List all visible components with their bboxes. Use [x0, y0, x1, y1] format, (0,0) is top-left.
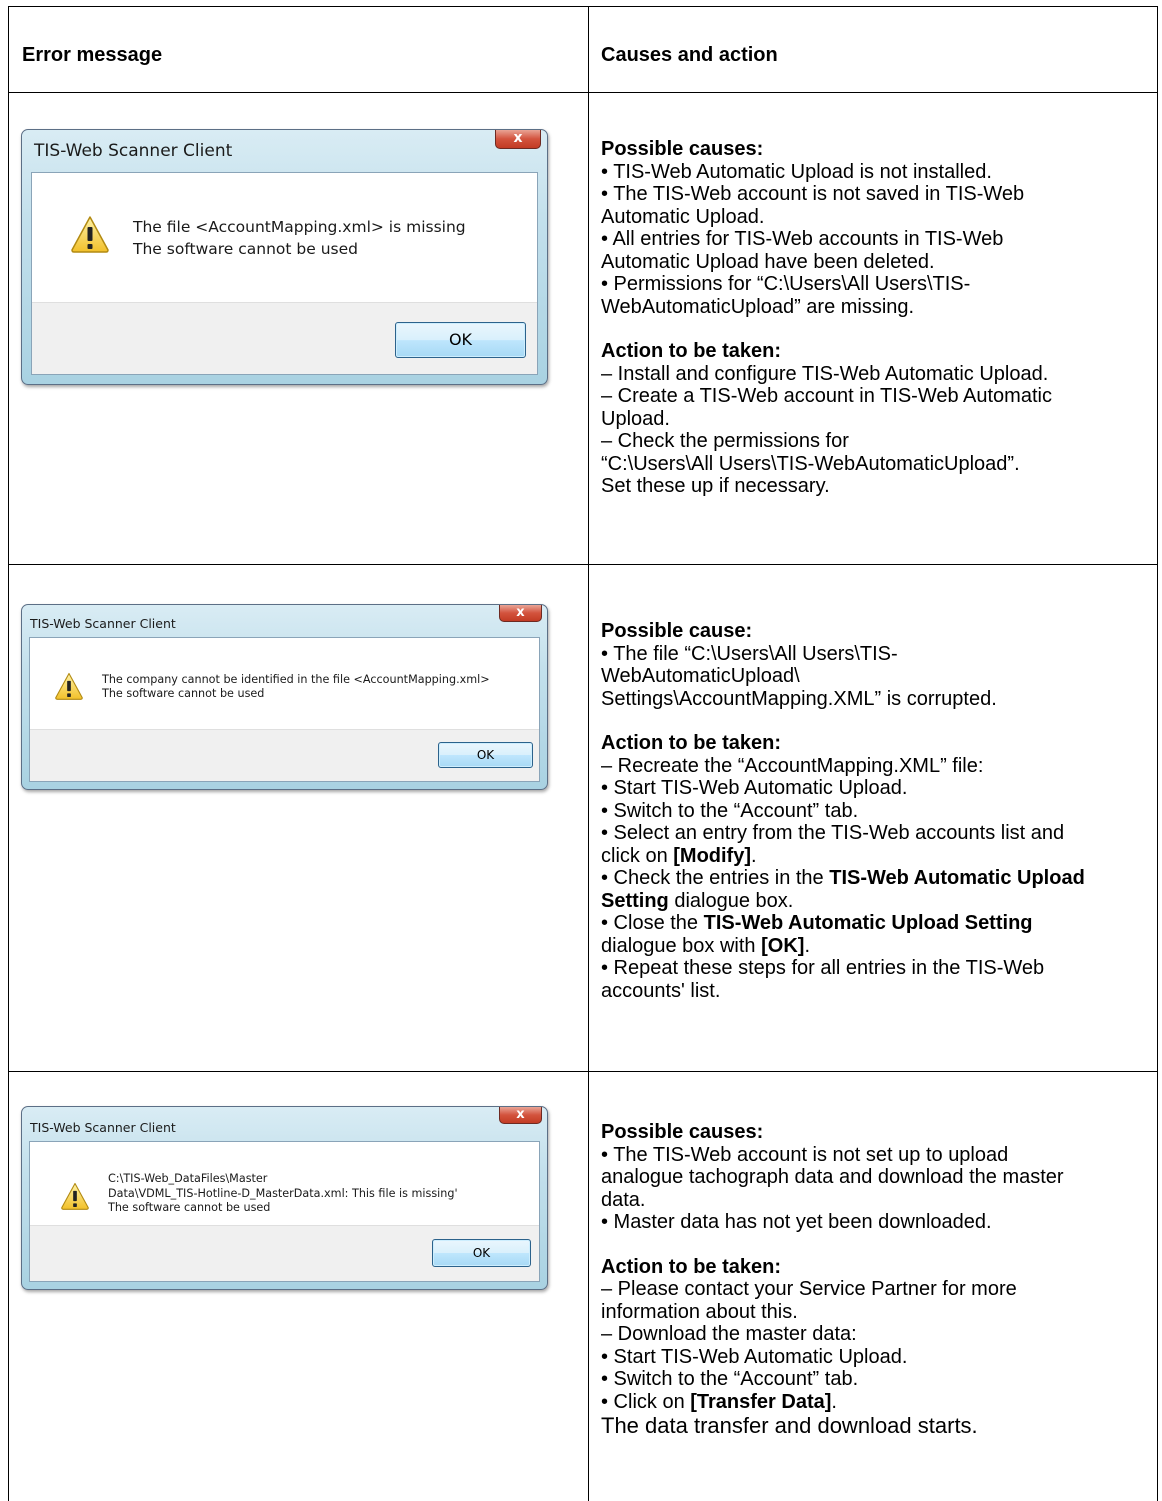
- action-line: Set these up if necessary.: [601, 475, 830, 497]
- action-line: • Click on [Transfer Data].: [601, 1390, 837, 1413]
- causes-heading: Possible cause:: [601, 620, 753, 642]
- cause-line: data.: [601, 1188, 646, 1211]
- dialog-title: TIS-Web Scanner Client: [30, 1120, 176, 1135]
- row-divider-2: [8, 1071, 1158, 1072]
- dialog-message-line: C:\TIS-Web_DataFiles\Master: [108, 1172, 268, 1185]
- dialog-body: C:\TIS-Web_DataFiles\Master Data\VDML_TI…: [29, 1141, 540, 1282]
- warning-icon: [55, 672, 83, 700]
- warning-icon: [71, 216, 109, 253]
- causes-and-action-1: Possible causes: • TIS-Web Automatic Upl…: [601, 138, 1151, 498]
- causes-heading: Possible causes:: [601, 1121, 764, 1143]
- action-line: • Repeat these steps for all entries in …: [601, 957, 1045, 979]
- bold-term: [Modify]: [673, 844, 752, 867]
- cause-line: WebAutomaticUpload” are missing.: [601, 295, 915, 318]
- bold-term: TIS-Web Automatic Upload: [829, 867, 1085, 889]
- action-line: – Check the permissions for: [601, 430, 849, 452]
- action-line: • Select an entry from the TIS-Web accou…: [601, 822, 1065, 844]
- cause-line: • The TIS-Web account is not saved in TI…: [601, 183, 1025, 205]
- dialog-body: The company cannot be identified in the …: [29, 637, 540, 782]
- cause-line: WebAutomaticUpload\: [601, 665, 800, 687]
- action-line: click on [Modify].: [601, 844, 757, 867]
- header-error-message: Error message: [22, 44, 163, 66]
- ok-button[interactable]: OK: [438, 742, 533, 768]
- action-line: • Switch to the “Account” tab.: [601, 1368, 859, 1390]
- dialog-message: C:\TIS-Web_DataFiles\Master Data\VDML_TI…: [108, 1172, 458, 1216]
- action-line: • Start TIS-Web Automatic Upload.: [601, 1345, 908, 1368]
- causes-and-action-3: Possible causes: • The TIS-Web account i…: [601, 1121, 1151, 1439]
- action-line: information about this.: [601, 1300, 798, 1323]
- cause-line: • The file “C:\Users\All Users\TIS-: [601, 642, 898, 665]
- close-icon[interactable]: x: [495, 130, 541, 149]
- dialog-message-line: The software cannot be used: [108, 1201, 271, 1214]
- action-line: – Install and configure TIS-Web Automati…: [601, 362, 1049, 385]
- action-line: • Check the entries in the TIS-Web Autom…: [601, 867, 1085, 889]
- causes-and-action-2: Possible cause: • The file “C:\Users\All…: [601, 620, 1151, 1002]
- action-line: • Start TIS-Web Automatic Upload.: [601, 777, 908, 799]
- dialog-body: The file <AccountMapping.xml> is missing…: [31, 172, 538, 375]
- action-line: Setting dialogue box.: [601, 889, 794, 912]
- action-heading: Action to be taken:: [601, 1255, 782, 1278]
- action-heading: Action to be taken:: [601, 732, 782, 754]
- dialog-message: The company cannot be identified in the …: [102, 673, 490, 701]
- action-line: – Please contact your Service Partner fo…: [601, 1278, 1017, 1300]
- table-border-right: [1157, 6, 1158, 1501]
- error-dialog-1: TIS-Web Scanner Client x The file <Accou…: [21, 129, 548, 385]
- dialog-message-line: The software cannot be used: [102, 687, 265, 700]
- close-icon[interactable]: x: [499, 605, 542, 622]
- cause-line: • The TIS-Web account is not set up to u…: [601, 1143, 1009, 1166]
- row-divider-1: [8, 564, 1158, 565]
- action-line: – Recreate the “AccountMapping.XML” file…: [601, 754, 984, 777]
- ok-button[interactable]: OK: [432, 1239, 531, 1267]
- action-line: The data transfer and download starts.: [601, 1413, 978, 1438]
- warning-icon: [61, 1182, 89, 1210]
- error-dialog-3: TIS-Web Scanner Client x C:\TIS-Web_Data…: [21, 1106, 548, 1290]
- dialog-footer: OK: [30, 729, 539, 781]
- table-border-left: [8, 6, 9, 1501]
- header-causes-and-action: Causes and action: [601, 44, 778, 66]
- dialog-title: TIS-Web Scanner Client: [34, 141, 233, 161]
- error-dialog-2: TIS-Web Scanner Client x The company can…: [21, 604, 548, 790]
- action-line: accounts' list.: [601, 979, 721, 1002]
- dialog-footer: OK: [30, 1225, 539, 1281]
- action-line: – Download the master data:: [601, 1323, 857, 1345]
- dialog-message-line: Data\VDML_TIS-Hotline-D_MasterData.xml: …: [108, 1186, 458, 1200]
- action-line: • Switch to the “Account” tab.: [601, 799, 859, 822]
- cause-line: • Master data has not yet been downloade…: [601, 1211, 992, 1233]
- cause-line: • Permissions for “C:\Users\All Users\TI…: [601, 273, 971, 295]
- dialog-message-line: The company cannot be identified in the …: [102, 673, 490, 686]
- dialog-footer: OK: [32, 302, 537, 374]
- ok-button[interactable]: OK: [395, 322, 526, 358]
- dialog-message: The file <AccountMapping.xml> is missing…: [133, 216, 466, 260]
- action-line: dialogue box with [OK].: [601, 934, 810, 957]
- column-divider: [588, 6, 589, 1501]
- bold-term: TIS-Web Automatic Upload Setting: [703, 912, 1033, 934]
- cause-line: • TIS-Web Automatic Upload is not instal…: [601, 160, 992, 183]
- bold-term: [OK]: [761, 934, 805, 957]
- table-border-top: [8, 6, 1158, 7]
- action-line: “C:\Users\All Users\TIS-WebAutomaticUplo…: [601, 452, 1020, 475]
- dialog-message-line: The file <AccountMapping.xml> is missing: [133, 218, 466, 236]
- row-divider-header: [8, 92, 1158, 93]
- cause-line: Settings\AccountMapping.XML” is corrupte…: [601, 687, 997, 710]
- action-line: Upload.: [601, 407, 670, 430]
- cause-line: analogue tachograph data and download th…: [601, 1166, 1064, 1188]
- action-line: – Create a TIS-Web account in TIS-Web Au…: [601, 385, 1052, 407]
- action-line: • Close the TIS-Web Automatic Upload Set…: [601, 912, 1033, 934]
- cause-line: • All entries for TIS-Web accounts in TI…: [601, 228, 1004, 250]
- dialog-message-line: The software cannot be used: [133, 240, 358, 258]
- dialog-title: TIS-Web Scanner Client: [30, 616, 176, 631]
- cause-line: Automatic Upload.: [601, 205, 765, 228]
- cause-line: Automatic Upload have been deleted.: [601, 250, 935, 273]
- close-icon[interactable]: x: [499, 1107, 542, 1124]
- causes-heading: Possible causes:: [601, 138, 764, 160]
- bold-term: Setting: [601, 889, 669, 912]
- bold-term: [Transfer Data]: [690, 1390, 832, 1413]
- action-heading: Action to be taken:: [601, 340, 782, 362]
